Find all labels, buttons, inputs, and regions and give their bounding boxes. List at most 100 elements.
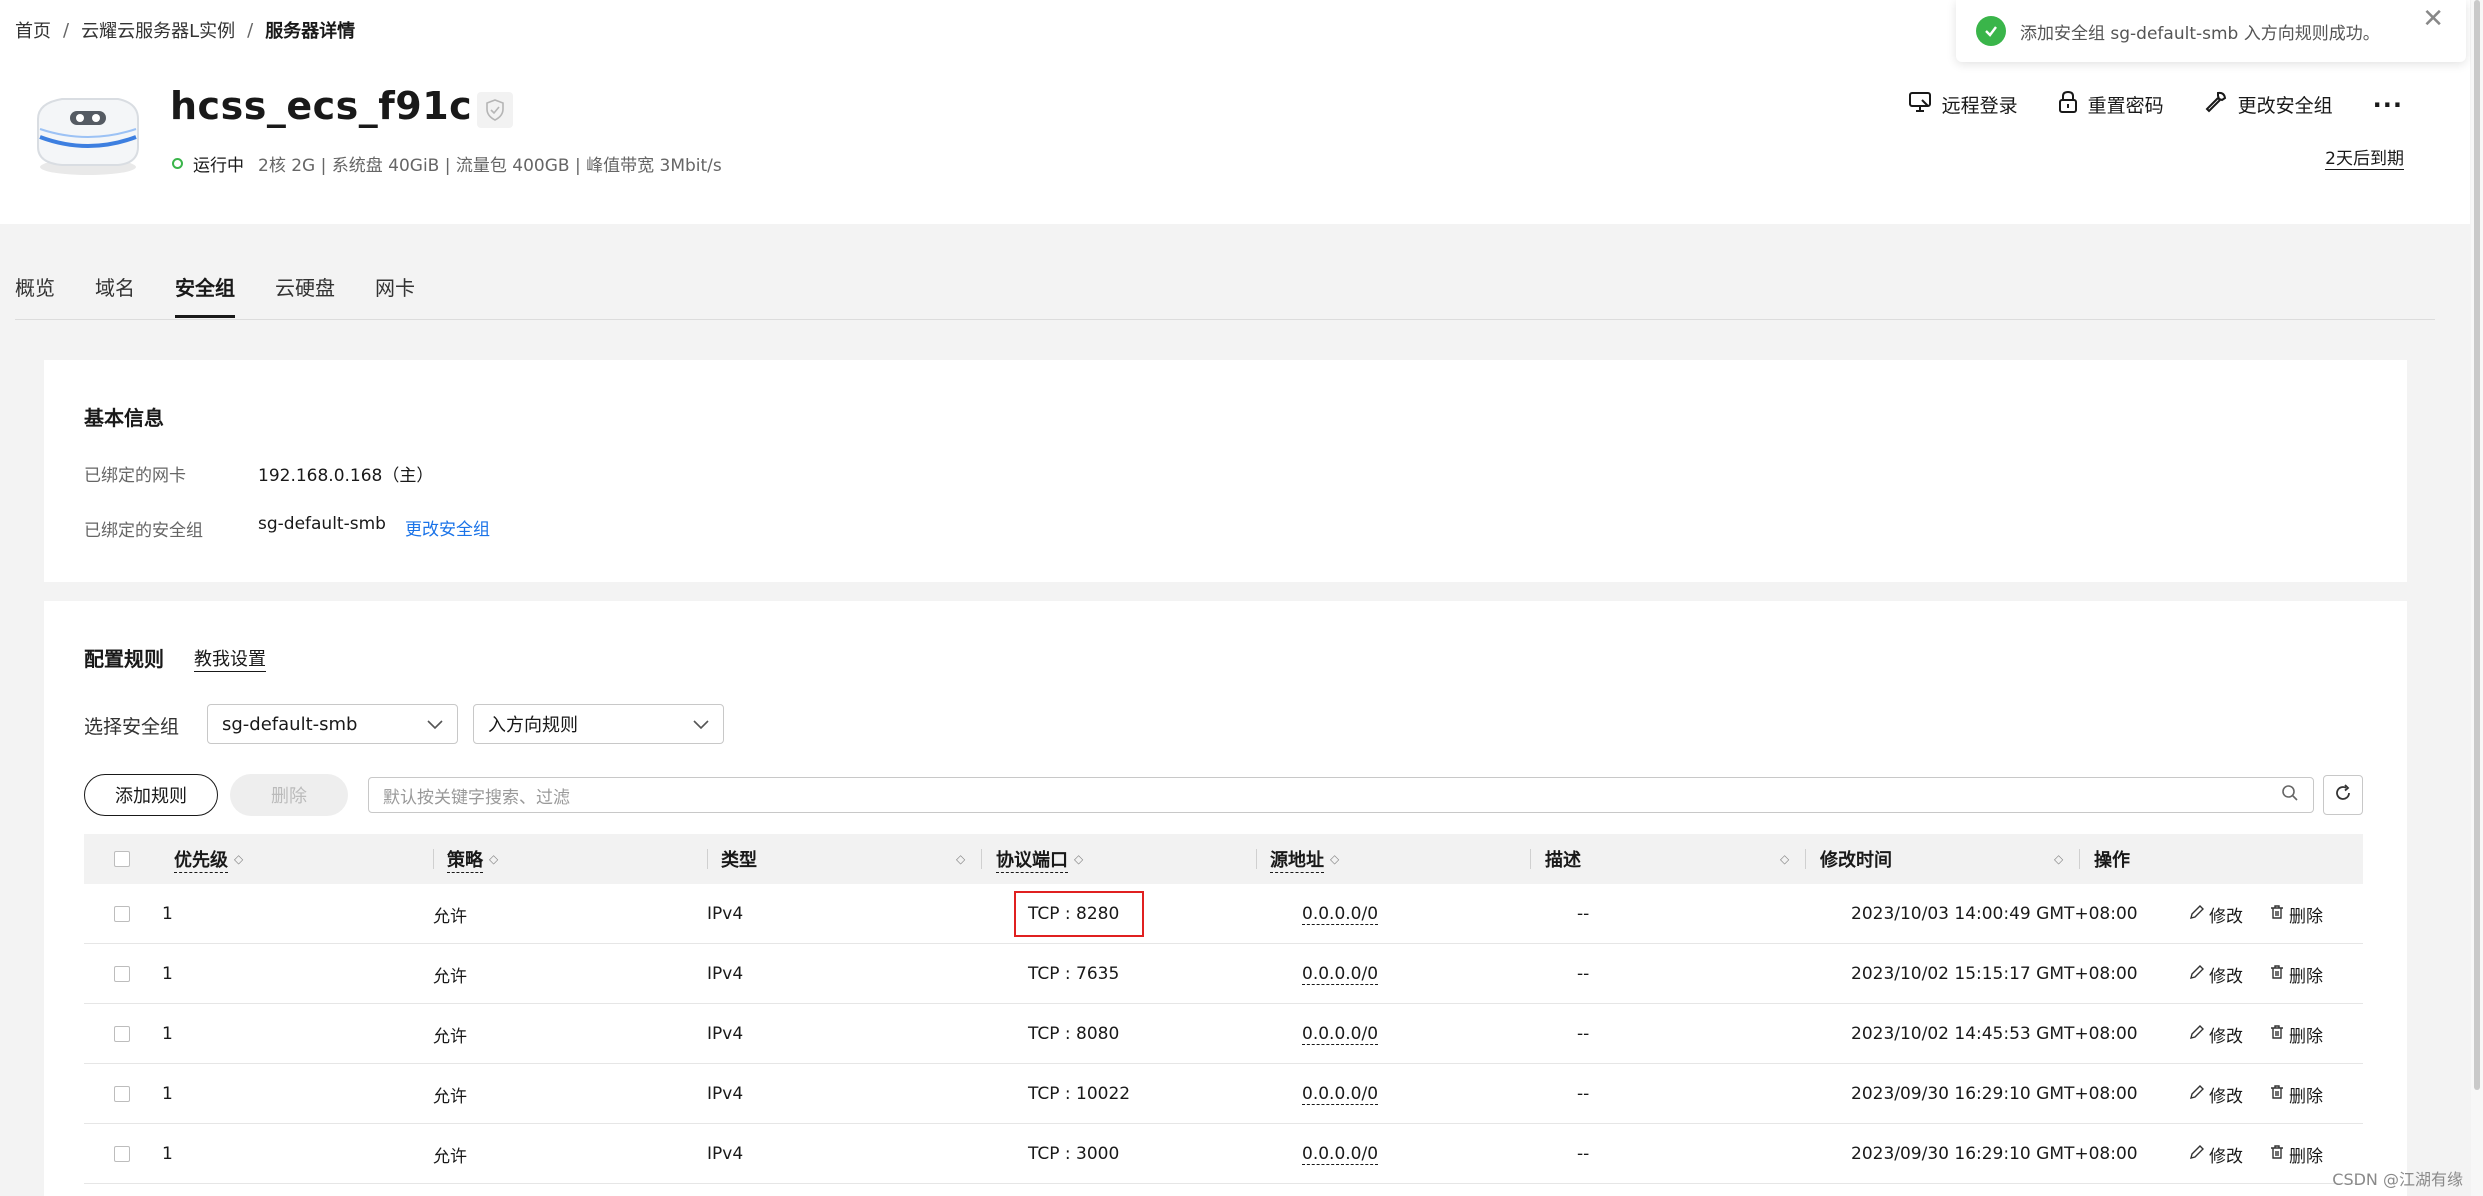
basic-info-card: 基本信息 已绑定的网卡 192.168.0.168（主） 已绑定的安全组 sg-… xyxy=(44,360,2407,582)
checkbox xyxy=(114,1146,130,1162)
cell-policy: 允许 xyxy=(433,1026,467,1047)
delete-label: 删除 xyxy=(2289,906,2323,927)
pencil-icon xyxy=(2189,1024,2205,1045)
expiry-link[interactable]: 2天后到期 xyxy=(2325,144,2404,170)
direction-select[interactable]: 入方向规则 xyxy=(473,704,724,744)
status-text: 运行中 xyxy=(193,156,244,176)
delete-rule-button[interactable]: 删除 xyxy=(2269,884,2323,944)
tab-cloud-disk[interactable]: 云硬盘 xyxy=(275,272,335,318)
cell-port: TCP : 3000 xyxy=(1028,1144,1120,1164)
delete-label: 删除 xyxy=(2289,1086,2323,1107)
cell-priority: 1 xyxy=(162,1084,173,1104)
delete-rule-button[interactable]: 删除 xyxy=(2269,1124,2323,1184)
col-description-label: 描述 xyxy=(1545,850,1581,871)
breadcrumb-instances[interactable]: 云耀云服务器L实例 xyxy=(81,17,235,43)
checkbox xyxy=(114,966,130,982)
breadcrumb-separator: / xyxy=(247,19,254,41)
sort-icon: ◇ xyxy=(2054,852,2064,866)
edit-rule-button[interactable]: 修改 xyxy=(2189,1124,2243,1184)
page-scrollbar-thumb[interactable] xyxy=(2474,0,2480,1090)
table-row: 1 允许 IPv4 TCP : 7635 0.0.0.0/0 -- 2023/1… xyxy=(84,944,2363,1004)
pencil-icon xyxy=(2189,1144,2205,1165)
col-type-sort[interactable]: ◇ xyxy=(950,834,965,884)
tab-domain[interactable]: 域名 xyxy=(95,272,135,318)
cell-priority: 1 xyxy=(162,1024,173,1044)
sort-icon: ◇ xyxy=(489,852,499,866)
delete-label: 删除 xyxy=(2289,1146,2323,1167)
sg-select[interactable]: sg-default-smb xyxy=(207,704,458,744)
bound-nic-value: 192.168.0.168（主） xyxy=(258,466,434,486)
server-device-icon xyxy=(32,85,144,180)
cell-modified: 2023/10/03 14:00:49 GMT+08:00 xyxy=(1851,904,2138,924)
guide-link[interactable]: 教我设置 xyxy=(194,645,266,672)
server-status-line: 运行中 2核 2G | 系统盘 40GiB | 流量包 400GB | 峰值带宽… xyxy=(172,151,722,176)
edit-rule-button[interactable]: 修改 xyxy=(2189,884,2243,944)
cell-priority: 1 xyxy=(162,904,173,924)
select-all-checkbox[interactable] xyxy=(114,834,130,884)
remote-login-label: 远程登录 xyxy=(1941,95,2018,117)
delete-rule-button[interactable]: 删除 xyxy=(2269,1004,2323,1064)
row-checkbox[interactable] xyxy=(114,1004,130,1064)
column-divider xyxy=(1805,849,1806,869)
row-checkbox[interactable] xyxy=(114,1064,130,1124)
delete-rule-button[interactable]: 删除 xyxy=(2269,1064,2323,1124)
refresh-button[interactable] xyxy=(2323,775,2363,815)
change-sg-label: 更改安全组 xyxy=(2237,95,2333,117)
tabs-bar: 概览 域名 安全组 云硬盘 网卡 xyxy=(0,224,2470,324)
edit-rule-button[interactable]: 修改 xyxy=(2189,1004,2243,1064)
rules-title: 配置规则 xyxy=(84,647,164,671)
trash-icon xyxy=(2269,1084,2285,1105)
cell-source[interactable]: 0.0.0.0/0 xyxy=(1302,1124,1379,1184)
change-security-group-button[interactable]: 更改安全组 xyxy=(2204,90,2333,119)
pencil-icon xyxy=(2189,964,2205,985)
col-priority[interactable]: 优先级 ◇ xyxy=(174,834,243,884)
edit-rule-button[interactable]: 修改 xyxy=(2189,1064,2243,1124)
toast-message: 添加安全组 sg-default-smb 入方向规则成功。 xyxy=(2020,23,2380,44)
delete-rule-button[interactable]: 删除 xyxy=(2269,944,2323,1004)
change-sg-link[interactable]: 更改安全组 xyxy=(405,515,490,540)
close-icon[interactable]: ✕ xyxy=(2422,4,2444,34)
refresh-icon xyxy=(2333,783,2353,808)
server-specs: 2核 2G | 系统盘 40GiB | 流量包 400GB | 峰值带宽 3Mb… xyxy=(258,156,722,176)
cell-source[interactable]: 0.0.0.0/0 xyxy=(1302,1004,1379,1064)
row-checkbox[interactable] xyxy=(114,1124,130,1184)
col-type-label: 类型 xyxy=(721,850,757,871)
col-modified: 修改时间 xyxy=(1820,834,1892,884)
col-source[interactable]: 源地址 ◇ xyxy=(1270,834,1339,884)
watermark: CSDN @江湖有缘 xyxy=(2332,1170,2463,1189)
success-toast: 添加安全组 sg-default-smb 入方向规则成功。 ✕ xyxy=(1956,0,2466,62)
tab-nic[interactable]: 网卡 xyxy=(375,272,415,318)
column-divider xyxy=(2079,849,2080,869)
row-checkbox[interactable] xyxy=(114,884,130,944)
sg-select-value: sg-default-smb xyxy=(222,713,358,735)
col-modified-sort[interactable]: ◇ xyxy=(2048,834,2063,884)
edit-rule-button[interactable]: 修改 xyxy=(2189,944,2243,1004)
more-icon[interactable]: ··· xyxy=(2373,91,2403,119)
cell-source[interactable]: 0.0.0.0/0 xyxy=(1302,1064,1379,1124)
col-description-sort[interactable]: ◇ xyxy=(1774,834,1789,884)
pencil-icon xyxy=(2189,904,2205,925)
cell-source[interactable]: 0.0.0.0/0 xyxy=(1302,884,1379,944)
edit-label: 修改 xyxy=(2209,1086,2243,1107)
add-rule-button[interactable]: 添加规则 xyxy=(84,774,218,816)
delete-rules-button[interactable]: 删除 xyxy=(230,774,348,816)
remote-login-button[interactable]: 远程登录 xyxy=(1908,91,2018,118)
breadcrumb-home[interactable]: 首页 xyxy=(15,17,51,43)
cell-port: TCP : 7635 xyxy=(1028,964,1120,984)
row-checkbox[interactable] xyxy=(114,944,130,1004)
shield-icon[interactable] xyxy=(477,92,513,128)
monitor-icon xyxy=(1908,91,1932,118)
checkbox xyxy=(114,851,130,867)
cell-policy: 允许 xyxy=(433,1146,467,1167)
tab-overview[interactable]: 概览 xyxy=(15,272,55,318)
cell-policy: 允许 xyxy=(433,1086,467,1107)
search-input[interactable]: 默认按关键字搜索、过滤 xyxy=(368,777,2314,813)
cell-source[interactable]: 0.0.0.0/0 xyxy=(1302,944,1379,1004)
bound-sg-label: 已绑定的安全组 xyxy=(84,521,203,541)
reset-password-button[interactable]: 重置密码 xyxy=(2058,90,2164,119)
col-policy[interactable]: 策略 ◇ xyxy=(447,834,498,884)
tab-security-group[interactable]: 安全组 xyxy=(175,272,235,318)
col-port[interactable]: 协议端口 ◇ xyxy=(996,834,1083,884)
delete-label: 删除 xyxy=(2289,966,2323,987)
cell-priority: 1 xyxy=(162,1144,173,1164)
